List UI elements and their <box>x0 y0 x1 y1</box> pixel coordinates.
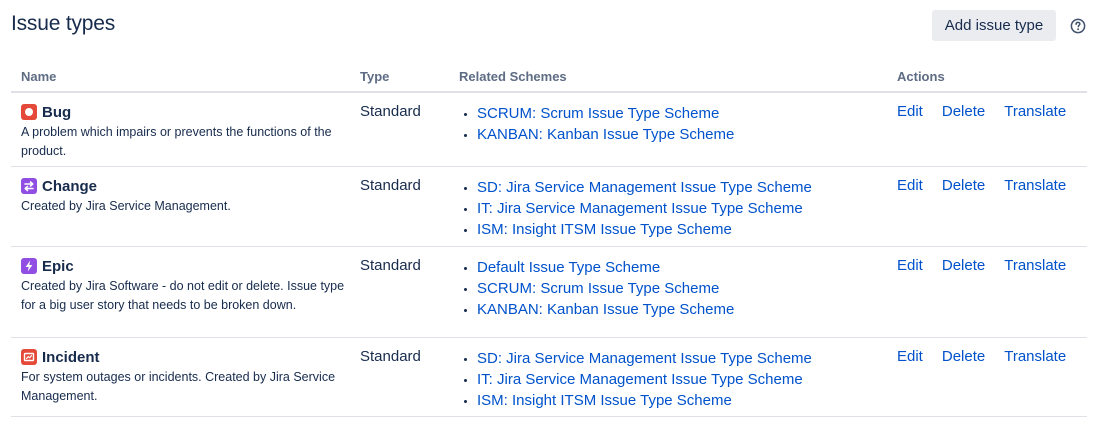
list-item: SD: Jira Service Management Issue Type S… <box>477 348 897 369</box>
list-item: Default Issue Type Scheme <box>477 257 897 278</box>
page-header: Issue types Add issue type <box>0 0 1099 52</box>
scheme-link[interactable]: ISM: Insight ITSM Issue Type Scheme <box>477 392 732 409</box>
type-cell: Standard <box>360 92 459 167</box>
column-header-actions: Actions <box>897 62 1087 93</box>
change-icon <box>21 178 37 194</box>
table-row: Incident For system outages or incidents… <box>11 337 1087 417</box>
table-row: Change Created by Jira Service Managemen… <box>11 166 1087 247</box>
list-item: IT: Jira Service Management Issue Type S… <box>477 198 897 219</box>
scheme-link[interactable]: SD: Jira Service Management Issue Type S… <box>477 179 812 196</box>
scheme-link[interactable]: KANBAN: Kanban Issue Type Scheme <box>477 126 734 143</box>
name-cell: Epic Created by Jira Software - do not e… <box>11 246 360 338</box>
delete-link[interactable]: Delete <box>942 257 985 274</box>
table-header-row: Name Type Related Schemes Actions <box>11 62 1087 93</box>
list-item: ISM: Insight ITSM Issue Type Scheme <box>477 390 897 411</box>
issue-type-kind: Standard <box>360 103 421 120</box>
issue-type-description: For system outages or incidents. Created… <box>21 370 336 403</box>
issue-type-kind: Standard <box>360 348 421 365</box>
scheme-link[interactable]: Default Issue Type Scheme <box>477 259 660 276</box>
issue-type-name: Epic <box>42 257 74 275</box>
actions-cell: Edit Delete Translate <box>897 92 1087 167</box>
list-item: KANBAN: Kanban Issue Type Scheme <box>477 124 897 145</box>
scheme-link[interactable]: SCRUM: Scrum Issue Type Scheme <box>477 105 719 122</box>
translate-link[interactable]: Translate <box>1004 103 1066 120</box>
table-row: Epic Created by Jira Software - do not e… <box>11 246 1087 338</box>
actions-cell: Edit Delete Translate <box>897 337 1087 417</box>
issue-type-name: Incident <box>42 348 100 366</box>
scheme-link[interactable]: SD: Jira Service Management Issue Type S… <box>477 350 812 367</box>
related-schemes-list: Default Issue Type Scheme SCRUM: Scrum I… <box>459 257 897 320</box>
page-title: Issue types <box>11 12 116 35</box>
column-header-type: Type <box>360 62 459 93</box>
scheme-link[interactable]: ISM: Insight ITSM Issue Type Scheme <box>477 221 732 238</box>
incident-icon <box>21 349 37 365</box>
translate-link[interactable]: Translate <box>1004 257 1066 274</box>
actions-cell: Edit Delete Translate <box>897 166 1087 247</box>
list-item: IT: Jira Service Management Issue Type S… <box>477 369 897 390</box>
issue-type-kind: Standard <box>360 257 421 274</box>
list-item: SCRUM: Scrum Issue Type Scheme <box>477 103 897 124</box>
schemes-cell: Default Issue Type Scheme SCRUM: Scrum I… <box>459 246 897 338</box>
list-item: SCRUM: Scrum Issue Type Scheme <box>477 278 897 299</box>
list-item: SD: Jira Service Management Issue Type S… <box>477 177 897 198</box>
edit-link[interactable]: Edit <box>897 177 923 194</box>
scheme-link[interactable]: KANBAN: Kanban Issue Type Scheme <box>477 301 734 318</box>
translate-link[interactable]: Translate <box>1004 177 1066 194</box>
epic-lightning-icon <box>21 258 37 274</box>
scheme-link[interactable]: IT: Jira Service Management Issue Type S… <box>477 371 803 388</box>
issue-type-description: Created by Jira Service Management. <box>21 199 231 213</box>
type-cell: Standard <box>360 166 459 247</box>
column-header-name: Name <box>11 62 360 93</box>
edit-link[interactable]: Edit <box>897 103 923 120</box>
translate-link[interactable]: Translate <box>1004 348 1066 365</box>
column-header-related-schemes: Related Schemes <box>459 62 897 93</box>
schemes-cell: SD: Jira Service Management Issue Type S… <box>459 166 897 247</box>
name-cell: Bug A problem which impairs or prevents … <box>11 92 360 167</box>
add-issue-type-button[interactable]: Add issue type <box>932 10 1056 41</box>
issue-type-name: Bug <box>42 103 72 121</box>
type-cell: Standard <box>360 246 459 338</box>
name-cell: Incident For system outages or incidents… <box>11 337 360 417</box>
issue-type-description: A problem which impairs or prevents the … <box>21 125 332 158</box>
type-cell: Standard <box>360 337 459 417</box>
issue-type-kind: Standard <box>360 177 421 194</box>
schemes-cell: SCRUM: Scrum Issue Type Scheme KANBAN: K… <box>459 92 897 167</box>
related-schemes-list: SD: Jira Service Management Issue Type S… <box>459 177 897 240</box>
delete-link[interactable]: Delete <box>942 348 985 365</box>
bug-icon <box>21 104 37 120</box>
delete-link[interactable]: Delete <box>942 177 985 194</box>
question-circle-icon[interactable] <box>1070 18 1086 34</box>
issue-types-table: Name Type Related Schemes Actions Bug A … <box>11 62 1087 417</box>
issue-type-description: Created by Jira Software - do not edit o… <box>21 279 345 312</box>
table-row: Bug A problem which impairs or prevents … <box>11 92 1087 167</box>
list-item: ISM: Insight ITSM Issue Type Scheme <box>477 219 897 240</box>
related-schemes-list: SD: Jira Service Management Issue Type S… <box>459 348 897 411</box>
edit-link[interactable]: Edit <box>897 348 923 365</box>
edit-link[interactable]: Edit <box>897 257 923 274</box>
schemes-cell: SD: Jira Service Management Issue Type S… <box>459 337 897 417</box>
scheme-link[interactable]: IT: Jira Service Management Issue Type S… <box>477 200 803 217</box>
delete-link[interactable]: Delete <box>942 103 985 120</box>
scheme-link[interactable]: SCRUM: Scrum Issue Type Scheme <box>477 280 719 297</box>
actions-cell: Edit Delete Translate <box>897 246 1087 338</box>
list-item: KANBAN: Kanban Issue Type Scheme <box>477 299 897 320</box>
related-schemes-list: SCRUM: Scrum Issue Type Scheme KANBAN: K… <box>459 103 897 145</box>
issue-type-name: Change <box>42 177 98 195</box>
name-cell: Change Created by Jira Service Managemen… <box>11 166 360 247</box>
